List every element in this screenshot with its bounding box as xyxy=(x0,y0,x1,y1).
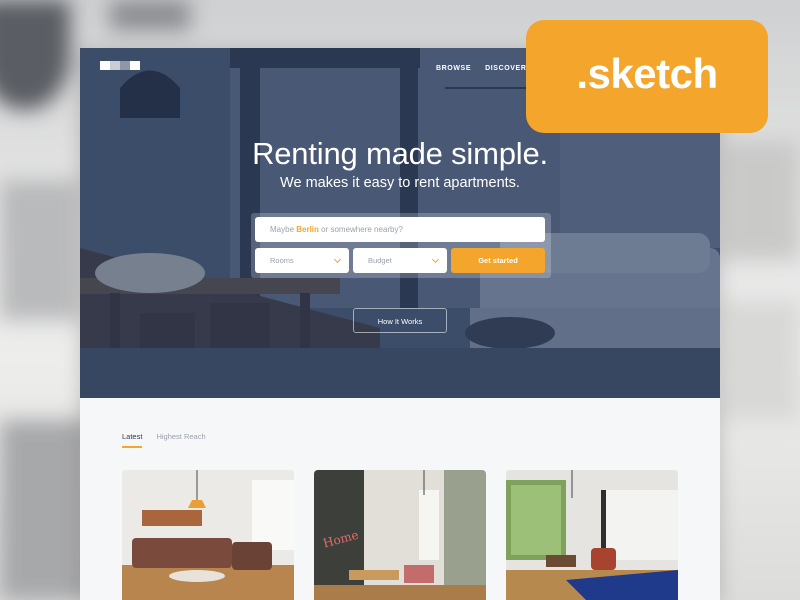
how-it-works-button[interactable]: How It Works xyxy=(353,308,447,333)
search-placeholder-highlight: Berlin xyxy=(296,225,319,234)
listing-card[interactable]: Home xyxy=(314,470,486,600)
listing-photo xyxy=(122,470,294,600)
chevron-down-icon xyxy=(333,255,342,264)
budget-select[interactable]: Budget xyxy=(353,248,447,273)
search-panel: Maybe Berlin or somewhere nearby? Rooms … xyxy=(251,213,551,278)
budget-label: Budget xyxy=(368,256,392,265)
listing-card[interactable] xyxy=(506,470,678,600)
get-started-button[interactable]: Get started xyxy=(451,248,545,273)
hero-title: Renting made simple. xyxy=(252,136,548,171)
tab-latest[interactable]: Latest xyxy=(122,432,143,448)
search-placeholder-suffix: or somewhere nearby? xyxy=(318,225,403,234)
rooms-label: Rooms xyxy=(270,256,294,265)
listing-card[interactable] xyxy=(122,470,294,600)
listing-tabs: Latest Highest Reach xyxy=(122,432,206,448)
listing-photo xyxy=(506,470,678,600)
hero-subtitle: We makes it easy to rent apartments. xyxy=(280,175,520,191)
tab-highest-reach[interactable]: Highest Reach xyxy=(156,432,205,448)
sketch-badge: .sketch xyxy=(526,20,768,133)
top-nav: BROWSE DISCOVER xyxy=(436,65,526,72)
search-placeholder-prefix: Maybe xyxy=(270,225,297,234)
nav-item-discover[interactable]: DISCOVER xyxy=(485,65,526,72)
search-input[interactable]: Maybe Berlin or somewhere nearby? xyxy=(255,217,545,242)
logo-mark[interactable] xyxy=(100,61,140,70)
nav-item-browse[interactable]: BROWSE xyxy=(436,65,471,72)
chevron-down-icon xyxy=(431,255,440,264)
listing-photo: Home xyxy=(314,470,486,600)
rooms-select[interactable]: Rooms xyxy=(255,248,349,273)
